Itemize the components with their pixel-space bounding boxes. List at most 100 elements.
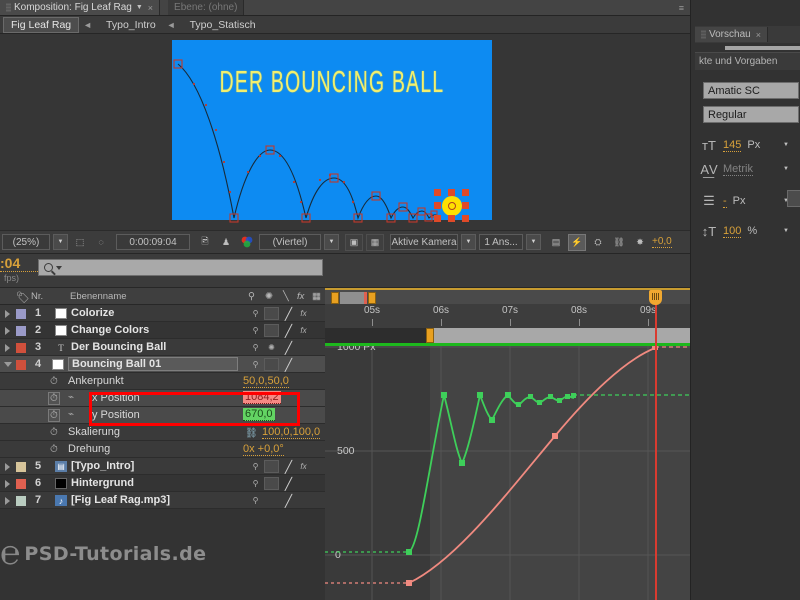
tracking-row[interactable]: A͟V Metrik ▼ [699,158,800,180]
value-graph-plot[interactable]: 1000 Px 500 0 [325,346,690,600]
property-value[interactable]: 0x +0,0° [243,443,284,456]
chevron-down-icon[interactable]: ▼ [783,166,789,172]
composition-canvas[interactable]: DER BOUNCING BALL [172,40,492,223]
handle-br[interactable] [462,215,469,222]
expand-triangle-icon[interactable] [5,310,10,318]
quality-icon[interactable]: ╲ [283,291,289,302]
zoom-dropdown-caret[interactable]: ▼ [53,234,68,250]
zoom-level-field[interactable]: (25%) [2,234,50,250]
panel-tab-komposition[interactable]: Komposition: Fig Leaf Rag ▼ × [0,0,161,15]
expand-triangle-icon[interactable] [5,480,10,488]
property-value[interactable]: 1084,2 [243,391,281,404]
views-field[interactable]: 1 Ans... [479,234,523,250]
shy-icon[interactable]: ⚲ [248,477,263,490]
flowchart-icon[interactable]: ⛓ [610,234,628,251]
shy-icon[interactable]: ⚲ [248,324,263,337]
show-snapshot-icon[interactable]: ♟ [217,234,235,251]
fast-preview-icon[interactable]: ⚡ [568,233,586,251]
timeline-current-time[interactable]: :04 [0,256,38,272]
quality-icon[interactable]: ╱ [281,358,296,372]
comp-tab-fig-leaf-rag[interactable]: Fig Leaf Rag [3,16,80,33]
graph-editor[interactable]: 05s 06s 07s 08s 09s 1000 Px 500 0 [325,288,690,600]
chevron-down-icon[interactable]: ▼ [783,228,789,234]
target-region-icon[interactable]: ▣ [345,233,363,251]
layer-name[interactable]: Change Colors [71,324,149,336]
layer-color-swatch[interactable] [16,326,26,336]
duration-start-handle[interactable] [426,328,434,343]
handle-tl[interactable] [434,189,441,196]
camera-field[interactable]: Aktive Kamera [390,234,458,250]
vertical-scale-value[interactable]: 100 [723,225,742,238]
quality-icon[interactable]: ╱ [281,324,296,338]
effects-icon[interactable]: fx [296,460,311,473]
leading-value[interactable]: - [723,195,727,208]
table-row[interactable]: 2 Change Colors ⚲ ╱ fx [0,322,325,339]
shy-icon[interactable]: ⚲ [248,307,263,320]
shy-icon[interactable]: ⚲ [248,291,255,302]
collapse-switch[interactable] [264,324,279,337]
effects-icon[interactable]: fx [297,291,304,302]
work-area-end-handle[interactable] [368,292,376,304]
collapse-switch[interactable] [264,477,279,490]
exposure-icon[interactable]: ✸ [631,234,649,251]
layer-name[interactable]: Colorize [71,307,114,319]
frameblend-icon[interactable]: ▦ [312,291,321,302]
panel-tab-vorschau[interactable]: Vorschau × [695,27,768,42]
layer-duration-bar-area[interactable] [325,328,690,343]
handle-bc[interactable] [448,215,455,222]
property-row-y-position[interactable]: ⏱ ⌁ y Position 670,0 [0,407,325,424]
table-row[interactable]: 4 Bouncing Ball 01 ⚲ ╱ [0,356,325,373]
property-row-drehung[interactable]: ⏱ Drehung 0x +0,0° [0,441,325,458]
views-dropdown-caret[interactable]: ▼ [526,234,541,250]
leading-extra-field[interactable] [787,190,800,207]
value-graph-curves[interactable] [325,346,690,600]
chevron-down-icon[interactable]: ▼ [136,4,143,11]
resolution-field[interactable]: (Viertel) [259,234,321,250]
resolution-dropdown-caret[interactable]: ▼ [324,234,339,250]
layer-color-swatch[interactable] [16,496,26,506]
chevron-down-icon[interactable]: ▼ [783,142,789,148]
property-row-x-position[interactable]: ⏱ ⌁ x Position 1084,2 [0,390,325,407]
expand-triangle-icon[interactable] [5,463,10,471]
layer-color-swatch[interactable] [16,309,26,319]
shy-icon[interactable]: ⚲ [248,494,263,507]
effects-icon[interactable]: fx [296,324,311,337]
shy-icon[interactable]: ⚲ [248,358,263,371]
expand-triangle-icon[interactable] [5,327,10,335]
table-row[interactable]: 3 T Der Bouncing Ball ⚲ ✺ ╱ [0,339,325,356]
handle-tr[interactable] [462,189,469,196]
stopwatch-icon[interactable]: ⏱ [50,427,58,438]
shy-icon[interactable]: ⚲ [248,460,263,473]
snapshot-camera-icon[interactable]: 🖻 [196,234,214,251]
table-row[interactable]: 6 Hintergrund ⚲ ╱ [0,475,325,492]
pixel-aspect-icon[interactable]: ▤ [547,234,565,251]
layer-name[interactable]: Hintergrund [71,477,134,489]
expand-triangle-icon[interactable] [5,497,10,505]
table-row[interactable]: 1 Colorize ⚲ ╱ fx [0,305,325,322]
graph-editor-icon[interactable]: ⌁ [68,409,74,420]
collapse-switch[interactable] [264,358,279,371]
property-value[interactable]: 100,0,100,0 [262,426,321,439]
table-row[interactable]: 5 ▤ [Typo_Intro] ⚲ ╱ fx [0,458,325,475]
layer-color-swatch[interactable] [16,360,26,370]
font-style-field[interactable]: Regular [703,106,799,123]
chevron-down-icon[interactable] [56,265,62,270]
expand-triangle-icon[interactable] [4,362,12,371]
stopwatch-icon[interactable]: ⏱ [50,444,58,455]
playhead-line[interactable] [655,304,657,600]
quality-icon[interactable]: ╱ [281,460,296,474]
quality-icon[interactable]: ╱ [281,307,296,321]
transparency-grid-icon[interactable]: ▦ [366,233,384,251]
layer-color-swatch[interactable] [16,479,26,489]
layer-name[interactable]: Der Bouncing Ball [71,341,166,353]
composition-viewer[interactable]: DER BOUNCING BALL [0,34,690,230]
property-row-ankerpunkt[interactable]: ⏱ Ankerpunkt 50,0,50,0 [0,373,325,390]
layer-name[interactable]: [Typo_Intro] [71,460,134,472]
handle-ml[interactable] [434,202,441,209]
exposure-value[interactable]: +0,0 [652,236,672,248]
property-value[interactable]: 50,0,50,0 [243,375,289,388]
expand-triangle-icon[interactable] [5,344,10,352]
timecode-field[interactable]: 0:00:09:04 [116,234,190,250]
timeline-jump-icon[interactable]: ⛭ [589,234,607,251]
leading-row[interactable]: ☰ - Px ▼ [699,190,800,212]
